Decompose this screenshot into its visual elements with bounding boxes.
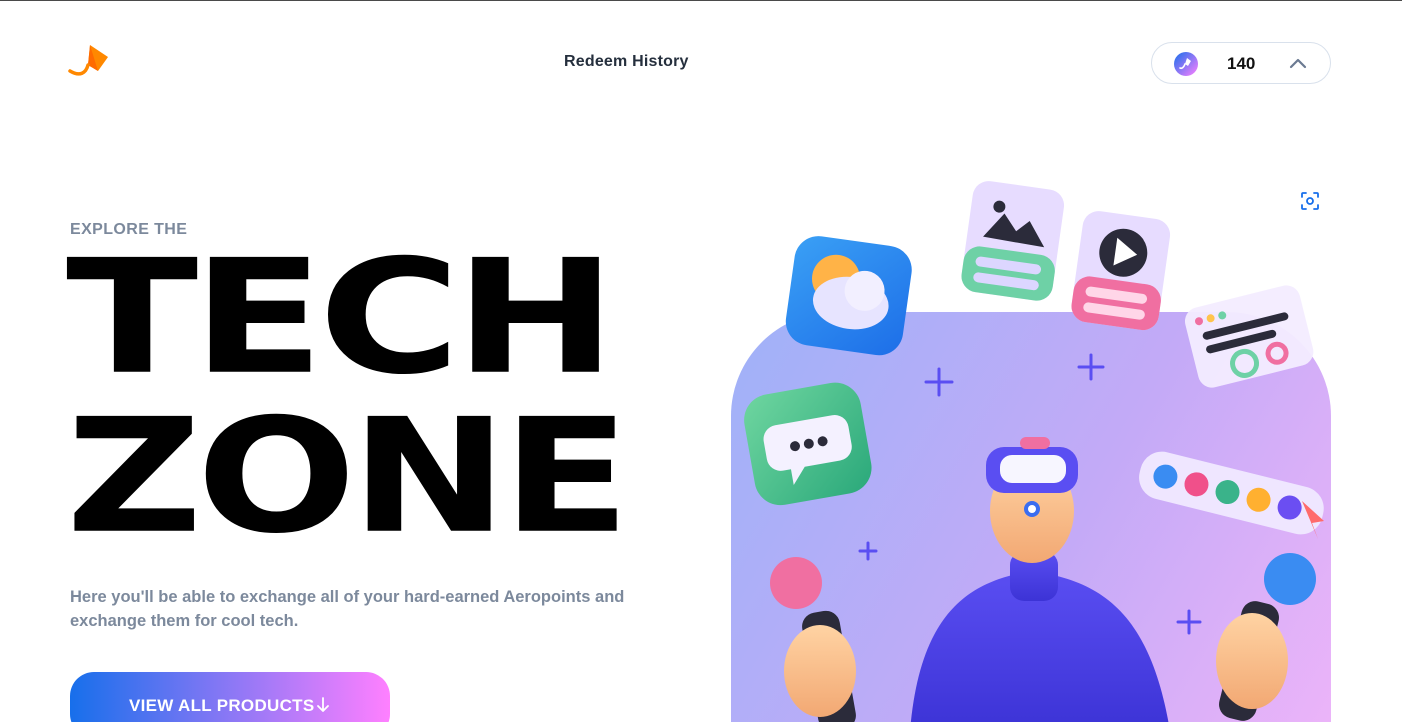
scan-icon[interactable] (1300, 191, 1320, 211)
points-balance-button[interactable]: 140 (1151, 42, 1331, 84)
arrow-down-icon (317, 697, 329, 712)
view-all-products-button[interactable]: VIEW ALL PRODUCTS (70, 672, 390, 722)
hero-headline-line1: TECH (66, 225, 617, 410)
hero-headline-line2: ZONE (66, 384, 630, 569)
redeem-history-link[interactable]: Redeem History (564, 53, 689, 71)
chevron-up-icon (1289, 58, 1307, 69)
points-value: 140 (1227, 54, 1256, 73)
vr-person-illustration (744, 181, 1324, 722)
hero-description: Here you'll be able to exchange all of y… (70, 588, 625, 630)
kite-logo-icon[interactable] (68, 41, 112, 81)
aeropoints-coin-icon (1174, 52, 1198, 76)
cta-label: VIEW ALL PRODUCTS (129, 696, 315, 715)
